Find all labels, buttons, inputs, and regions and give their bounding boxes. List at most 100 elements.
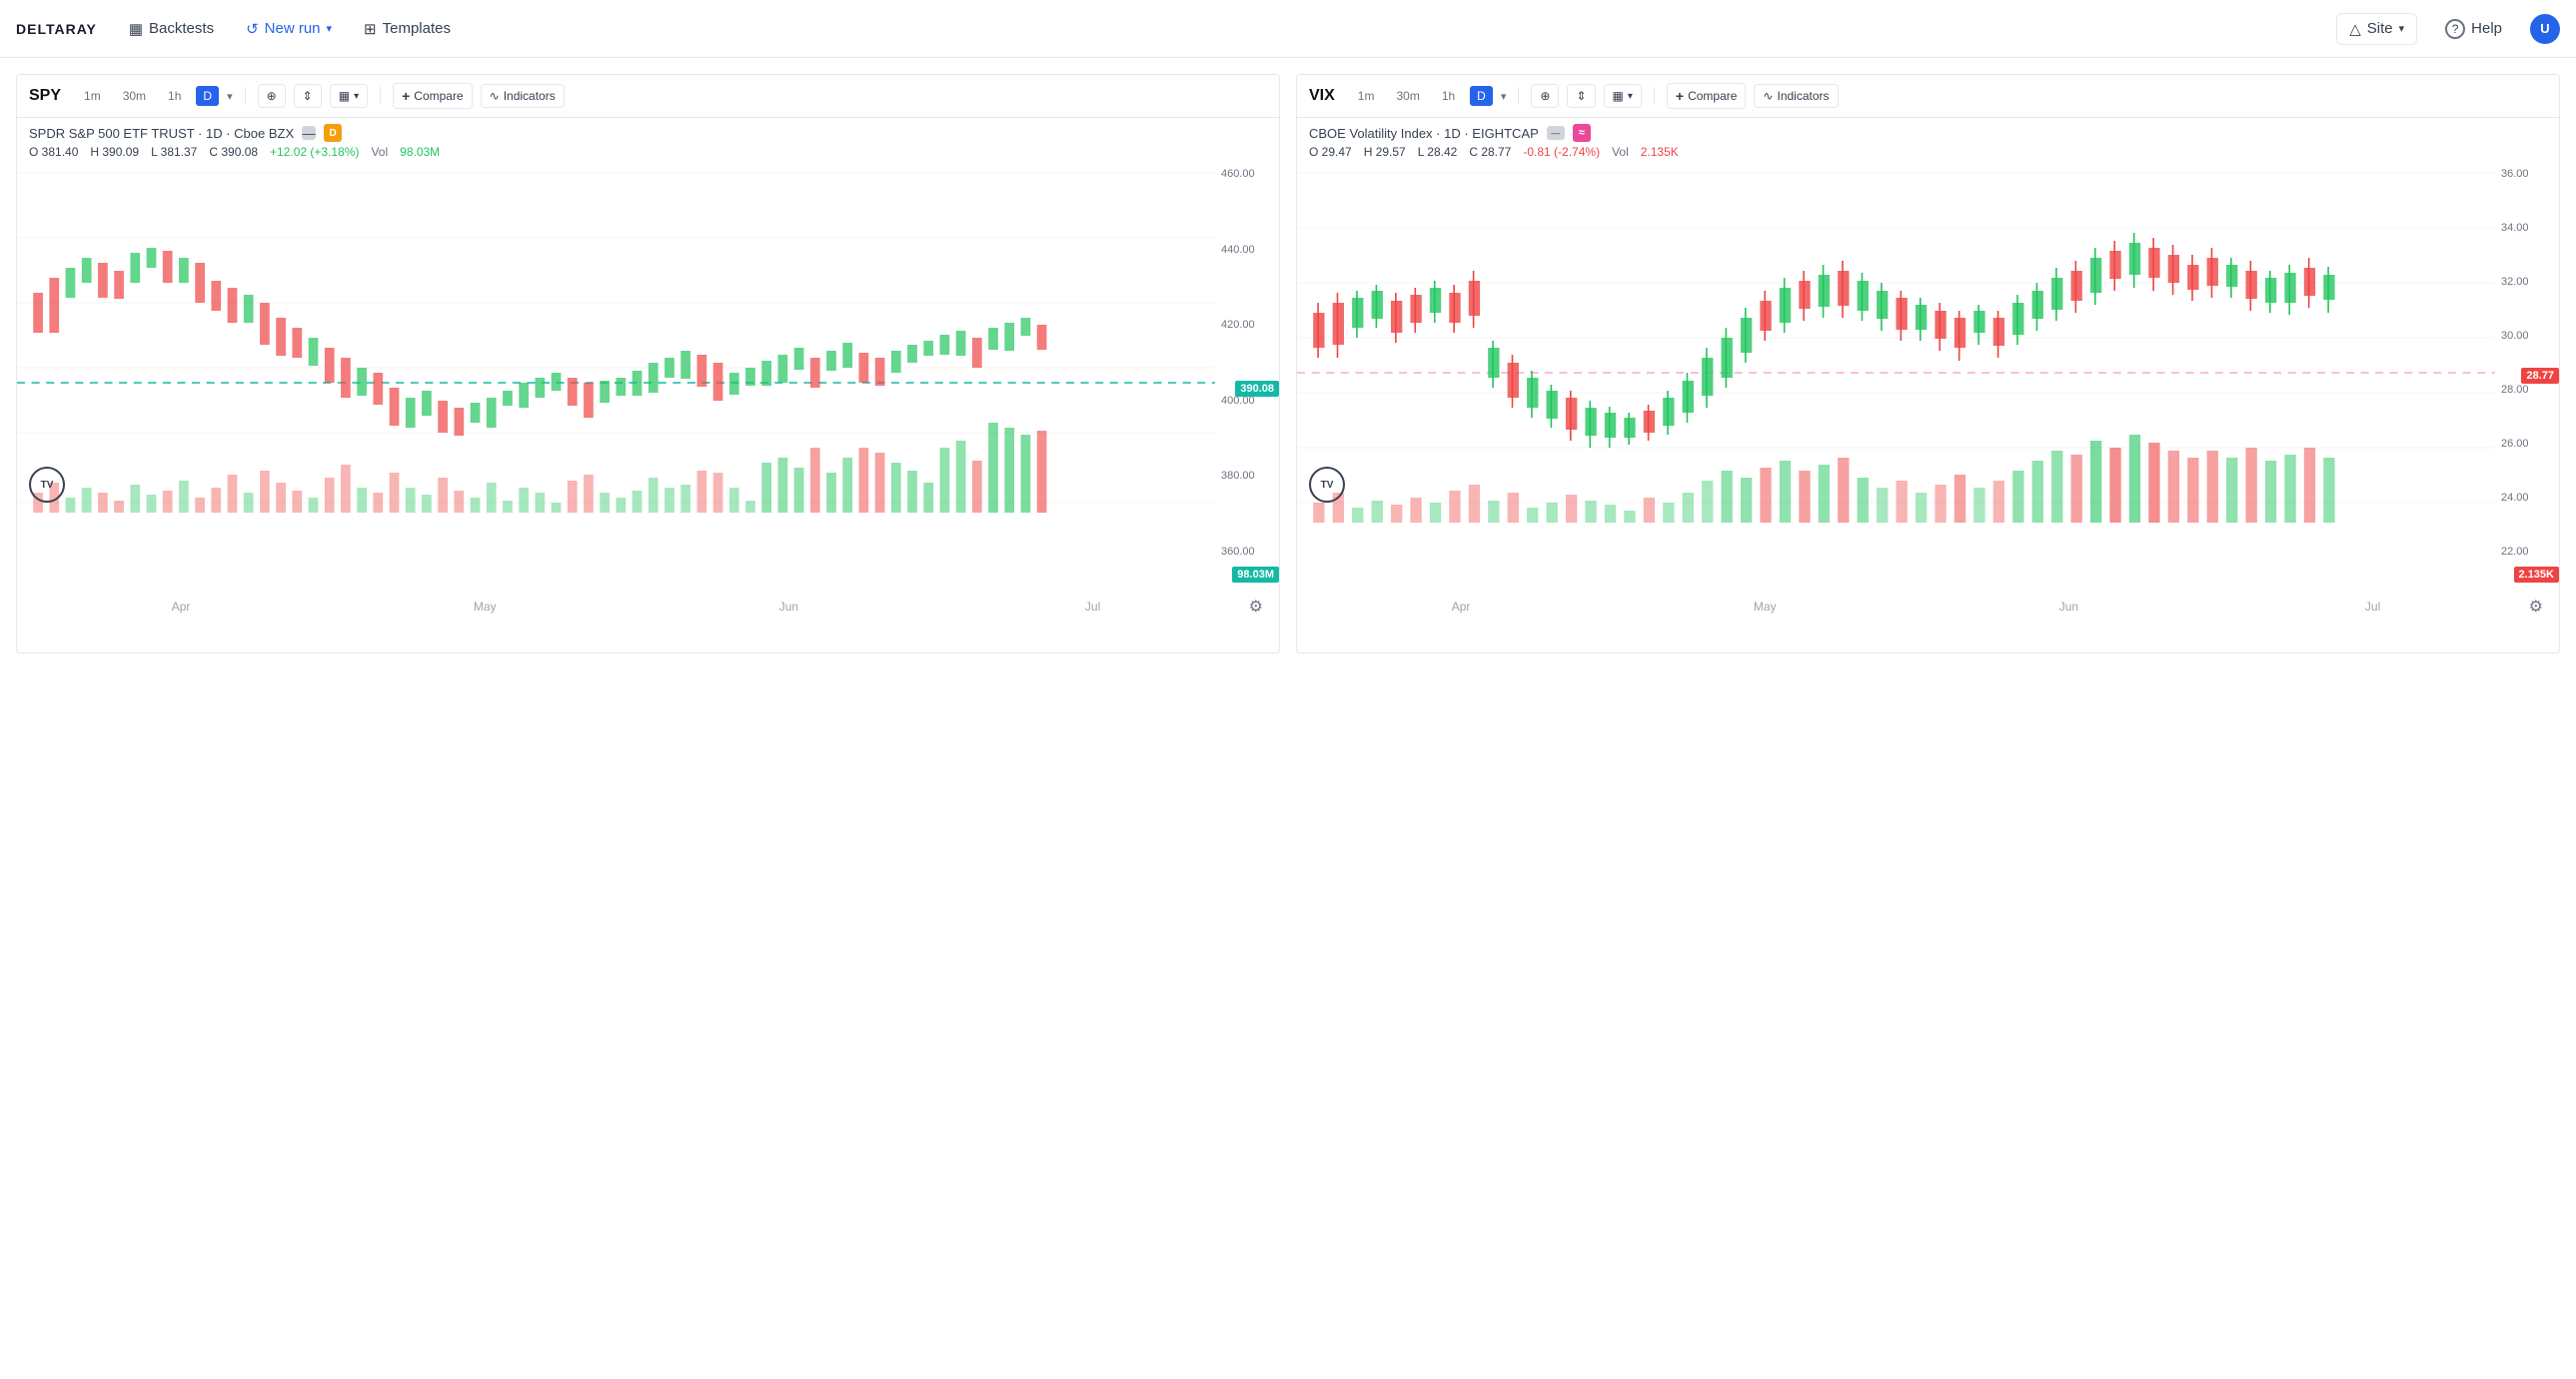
backtests-icon: ▦ [129,20,143,38]
templates-nav[interactable]: ⊞ Templates [352,14,463,44]
spy-vol-label: Vol [371,145,388,159]
new-run-label: New run [265,20,321,37]
vix-chart-bottom: Apr May Jun Jul ⚙ [1297,593,2559,625]
spy-high: H 390.09 [90,145,139,159]
vix-chart-title: CBOE Volatility Index · 1D · EIGHTCAP — … [1309,124,2547,142]
vix-price-36: 36.00 [2501,168,2553,180]
vix-compare-plus-icon: + [1676,88,1684,104]
toolbar-separator-1 [245,87,246,105]
vix-compare-btn[interactable]: + Compare [1667,83,1747,109]
user-avatar[interactable]: U [2530,14,2560,44]
vix-title-text: CBOE Volatility Index · 1D · EIGHTCAP [1309,126,1539,141]
vix-time-chevron[interactable]: ▾ [1501,90,1507,103]
chevron-down-icon: ▾ [327,22,333,35]
chart-type-chevron: ▾ [354,91,359,102]
vix-toolbar-separator-1 [1518,87,1519,105]
help-label: Help [2471,20,2502,37]
vix-price-26: 26.00 [2501,438,2553,450]
vix-info: CBOE Volatility Index · 1D · EIGHTCAP — … [1297,118,2559,163]
site-label: Site [2367,20,2393,37]
vix-scale-btn[interactable]: ⇕ [1567,84,1595,108]
vix-toolbar: VIX 1m 30m 1h D ▾ ⊕ ⇕ ▦ ▾ + Compare ∿ [1297,75,2559,118]
spy-time-chevron[interactable]: ▾ [227,90,233,103]
vix-time-d[interactable]: D [1470,86,1493,106]
spy-price-440: 440.00 [1221,244,1273,256]
vix-vol-value: 2.135K [1641,145,1679,159]
spy-time-30m[interactable]: 30m [116,86,153,106]
spy-tv-watermark: TV [29,467,65,503]
chart-type-icon: ▦ [339,89,350,103]
spy-time-1h[interactable]: 1h [161,86,188,106]
vix-time-1h[interactable]: 1h [1435,86,1462,106]
vix-current-vol-tag: 2.135K [2514,567,2559,583]
spy-scale-btn[interactable]: ⇕ [294,84,322,108]
vix-month-jul: Jul [2221,600,2525,614]
site-triangle-icon: △ [2349,20,2361,38]
vix-current-price-tag: 28.77 [2521,368,2559,384]
spy-crosshair-btn[interactable]: ⊕ [258,84,286,108]
vix-close: C 28.77 [1469,145,1511,159]
spy-vol-area: 98.03M [17,563,1279,593]
vix-tv-watermark: TV [1309,467,1345,503]
compare-plus-icon: + [402,88,410,104]
vix-month-apr: Apr [1309,600,1613,614]
spy-chart-area: 460.00 440.00 420.00 400.00 380.00 360.0… [17,163,1279,563]
vix-crosshair-btn[interactable]: ⊕ [1531,84,1559,108]
spy-indicators-label: Indicators [504,89,556,103]
vix-price-30: 30.00 [2501,330,2553,342]
vix-month-labels: Apr May Jun Jul [1309,600,2525,614]
backtests-nav[interactable]: ▦ Backtests [117,14,226,44]
vix-chart-container: VIX 1m 30m 1h D ▾ ⊕ ⇕ ▦ ▾ + Compare ∿ [1296,74,2560,654]
templates-label: Templates [383,20,451,37]
spy-time-1m[interactable]: 1m [77,86,108,106]
spy-indicators-btn[interactable]: ∿ Indicators [481,84,565,108]
vix-indicators-icon: ∿ [1763,89,1773,103]
vix-charttype-btn[interactable]: ▦ ▾ [1604,84,1642,108]
vix-price-labels: 36.00 34.00 32.00 30.00 28.00 26.00 24.0… [2495,163,2559,563]
vix-price-32: 32.00 [2501,276,2553,288]
spy-close: C 390.08 [209,145,258,159]
vix-vol-area: 2.135K [1297,563,2559,593]
spy-charttype-btn[interactable]: ▦ ▾ [330,84,368,108]
vix-time-30m[interactable]: 30m [1389,86,1426,106]
spy-price-420: 420.00 [1221,319,1273,331]
spy-info: SPDR S&P 500 ETF TRUST · 1D · Cboe BZX —… [17,118,1279,163]
vix-settings-btn[interactable]: ⚙ [2525,597,2547,617]
help-icon: ? [2445,19,2465,39]
main-content: SPY 1m 30m 1h D ▾ ⊕ ⇕ ▦ ▾ + Compare ∿ [0,58,2576,670]
spy-current-price-tag: 390.08 [1235,381,1279,397]
spy-month-apr: Apr [29,600,333,614]
vix-change: -0.81 (-2.74%) [1523,145,1600,159]
site-button[interactable]: △ Site ▾ [2336,13,2417,45]
spy-price-460: 460.00 [1221,168,1273,180]
spy-time-d[interactable]: D [196,86,219,106]
vix-indicators-btn[interactable]: ∿ Indicators [1754,84,1838,108]
help-button[interactable]: ? Help [2433,13,2514,45]
vix-time-1m[interactable]: 1m [1351,86,1382,106]
spy-compare-btn[interactable]: + Compare [393,83,473,109]
vix-crosshair-icon: ⊕ [1540,89,1550,103]
spy-toolbar: SPY 1m 30m 1h D ▾ ⊕ ⇕ ▦ ▾ + Compare ∿ [17,75,1279,118]
app-header: DELTARAY ▦ Backtests ↺ New run ▾ ⊞ Templ… [0,0,2576,58]
spy-settings-btn[interactable]: ⚙ [1245,597,1267,617]
vix-toolbar-separator-2 [1654,87,1655,105]
new-run-nav[interactable]: ↺ New run ▾ [234,14,344,44]
spy-month-jul: Jul [941,600,1245,614]
spy-change: +12.02 (+3.18%) [270,145,359,159]
spy-price-labels: 460.00 440.00 420.00 400.00 380.00 360.0… [1215,163,1279,563]
vix-price-28: 28.00 [2501,384,2553,396]
spy-title-text: SPDR S&P 500 ETF TRUST · 1D · Cboe BZX [29,126,294,141]
spy-open: O 381.40 [29,145,78,159]
vix-price-24: 24.00 [2501,492,2553,504]
site-chevron-icon: ▾ [2399,22,2405,35]
vix-open: O 29.47 [1309,145,1352,159]
header-right: △ Site ▾ ? Help U [2336,13,2560,45]
vix-high: H 29.57 [1364,145,1406,159]
spy-chart-container: SPY 1m 30m 1h D ▾ ⊕ ⇕ ▦ ▾ + Compare ∿ [16,74,1280,654]
spy-chart-title: SPDR S&P 500 ETF TRUST · 1D · Cboe BZX —… [29,124,1267,142]
new-run-icon: ↺ [246,20,259,38]
spy-low: L 381.37 [151,145,197,159]
vix-low: L 28.42 [1418,145,1458,159]
scale-icon: ⇕ [303,89,313,103]
vix-compare-label: Compare [1688,89,1737,103]
